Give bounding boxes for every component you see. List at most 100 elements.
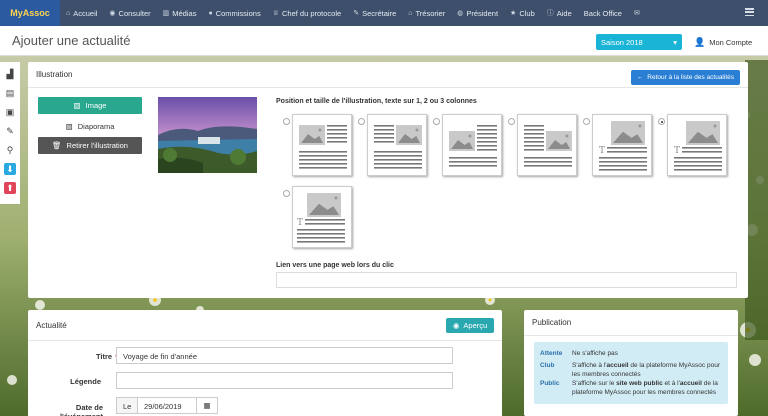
book-icon: ▥: [162, 10, 170, 17]
nav-item-label: Aide: [556, 8, 572, 18]
money-icon[interactable]: ▣: [4, 106, 16, 118]
layout-thumbnail[interactable]: [367, 114, 427, 176]
left-sidebar: ▟ ▤ ▣ ✎ ⚲ ⬇ ⬆: [0, 62, 20, 204]
publication-description: S'affiche à l'accueil de la plateforme M…: [572, 362, 724, 379]
nav-item-commissions[interactable]: ● Commissions: [202, 9, 266, 18]
back-to-list-button[interactable]: ← Retour à la liste des actualités: [630, 70, 740, 85]
wrench-icon[interactable]: ✎: [4, 125, 16, 137]
publication-key: Public: [540, 380, 560, 387]
link-label: Lien vers une page web lors du clic: [276, 262, 394, 269]
document-icon[interactable]: ▤: [4, 87, 16, 99]
publication-description-part: site web public: [616, 380, 663, 387]
season-select[interactable]: Saison 2018 ▾: [596, 34, 682, 50]
slideshow-icon: ▧: [65, 122, 73, 131]
page-title: Ajouter une actualité: [12, 33, 131, 48]
nav-item-label: Consulter: [118, 8, 151, 18]
nav-item-pr-sident[interactable]: ◍ Président: [451, 9, 504, 18]
publication-panel: Publication Attente Ne s'affiche pas Club S…: [524, 310, 738, 416]
layout-option-3[interactable]: [433, 114, 502, 176]
publication-description-part: accueil: [679, 380, 702, 387]
nav-item-label: Secrétaire: [362, 8, 397, 18]
layout-option-5[interactable]: T: [583, 114, 652, 176]
home-icon: ⌂: [66, 9, 71, 17]
nav-item-label: Chef du protocole: [281, 8, 342, 18]
calendar-icon[interactable]: ▦: [196, 397, 218, 414]
layout-thumbnail[interactable]: T: [667, 114, 727, 176]
layout-radio[interactable]: [583, 118, 590, 125]
bank-icon: ⌂: [408, 9, 413, 17]
nav-item-back-office[interactable]: Back Office: [578, 9, 628, 18]
upload-icon[interactable]: ⬆: [4, 182, 16, 194]
link-url-input[interactable]: [276, 272, 737, 288]
preview-button[interactable]: ◉ Aperçu: [446, 318, 494, 333]
layout-thumbnail[interactable]: [517, 114, 577, 176]
nav-item-label: Commissions: [215, 8, 261, 18]
layout-radio[interactable]: [508, 118, 515, 125]
nav-item-consulter[interactable]: ◉ Consulter: [103, 9, 156, 18]
layout-option-1[interactable]: [283, 114, 352, 176]
publication-heading: Publication: [524, 310, 738, 336]
diaporama-mode-button[interactable]: ▧ Diaporama: [38, 118, 142, 135]
layout-option-7[interactable]: T: [283, 186, 352, 248]
season-select-value: Saison 2018: [601, 37, 643, 47]
layout-option-4[interactable]: [508, 114, 577, 176]
star-icon: ★: [510, 10, 517, 17]
top-navigation-bar: MyAssoc ⌂ Accueil ◉ Consulter ▥ Médias ● Commis…: [0, 0, 768, 26]
svg-text:T: T: [674, 146, 680, 156]
publication-description-part: S'affiche à l': [572, 362, 607, 369]
chevron-down-icon: ▾: [673, 37, 677, 47]
title-input[interactable]: Voyage de fin d'année: [116, 347, 453, 364]
publication-key: Attente: [540, 350, 563, 357]
layout-radio[interactable]: [433, 118, 440, 125]
publication-description-part: et à l': [662, 380, 680, 387]
legend-field-label: Légende: [70, 377, 101, 386]
publication-legend: Attente Ne s'affiche pas Club S'affiche à l…: [534, 342, 728, 404]
globe-icon: ◍: [457, 10, 464, 17]
nav-item-club[interactable]: ★ Club: [504, 9, 541, 18]
nav-item-tr-sorier[interactable]: ⌂ Trésorier: [402, 9, 451, 18]
nav-item-aide[interactable]: ⓘ Aide: [541, 8, 578, 18]
eye-icon: ◉: [452, 321, 460, 330]
account-menu[interactable]: 👤 Mon Compte: [694, 37, 752, 48]
download-icon[interactable]: ⬇: [4, 163, 16, 175]
layout-radio[interactable]: [283, 118, 290, 125]
layout-option-2[interactable]: [358, 114, 427, 176]
map-marker-icon[interactable]: ⚲: [4, 144, 16, 156]
remove-illustration-button[interactable]: 🗑 Retirer l'illustration: [38, 137, 142, 154]
app-logo[interactable]: MyAssoc: [0, 0, 60, 26]
diaporama-mode-label: Diaporama: [77, 122, 115, 131]
legend-input[interactable]: [116, 372, 453, 389]
layout-position-label: Position et taille de l'illustration, te…: [276, 98, 477, 105]
main-nav: ⌂ Accueil ◉ Consulter ▥ Médias ● Commissions ♕ Ch…: [60, 0, 646, 26]
nav-item-m-dias[interactable]: ▥ Médias: [157, 9, 203, 18]
nav-item-accueil[interactable]: ⌂ Accueil: [60, 9, 103, 18]
layout-thumbnail[interactable]: [292, 114, 352, 176]
trash-icon: 🗑: [52, 141, 62, 150]
layout-thumbnail[interactable]: T: [592, 114, 652, 176]
users-icon: ●: [208, 9, 213, 17]
chart-icon[interactable]: ▟: [4, 68, 16, 80]
actualite-heading: Actualité: [28, 310, 502, 341]
image-mode-label: Image: [85, 101, 107, 110]
nav-item-secr-taire[interactable]: ✎ Secrétaire: [347, 9, 402, 18]
title-field-label: Titre*: [58, 352, 118, 361]
nav-item-chef-du-protocole[interactable]: ♕ Chef du protocole: [267, 9, 348, 18]
nav-item-envelope-icon[interactable]: ✉: [628, 9, 646, 17]
account-label: Mon Compte: [709, 38, 753, 47]
event-date-input[interactable]: 29/06/2019: [137, 397, 197, 414]
layout-thumbnail[interactable]: [442, 114, 502, 176]
layout-option-6[interactable]: T: [658, 114, 727, 176]
event-date-label: Date de l'événement: [60, 403, 103, 416]
nav-item-label: Accueil: [73, 8, 98, 18]
svg-text:T: T: [599, 146, 605, 156]
user-icon: 👤: [694, 37, 706, 47]
layout-radio[interactable]: [358, 118, 365, 125]
illustration-photo: [158, 97, 257, 173]
info-icon: ⓘ: [546, 10, 554, 17]
image-mode-button[interactable]: ▧ Image: [38, 97, 142, 114]
nav-item-label: Trésorier: [415, 8, 446, 18]
layout-radio[interactable]: [283, 190, 290, 197]
hamburger-menu-icon[interactable]: [745, 8, 754, 16]
layout-thumbnail[interactable]: T: [292, 186, 352, 248]
layout-radio[interactable]: [658, 118, 665, 125]
